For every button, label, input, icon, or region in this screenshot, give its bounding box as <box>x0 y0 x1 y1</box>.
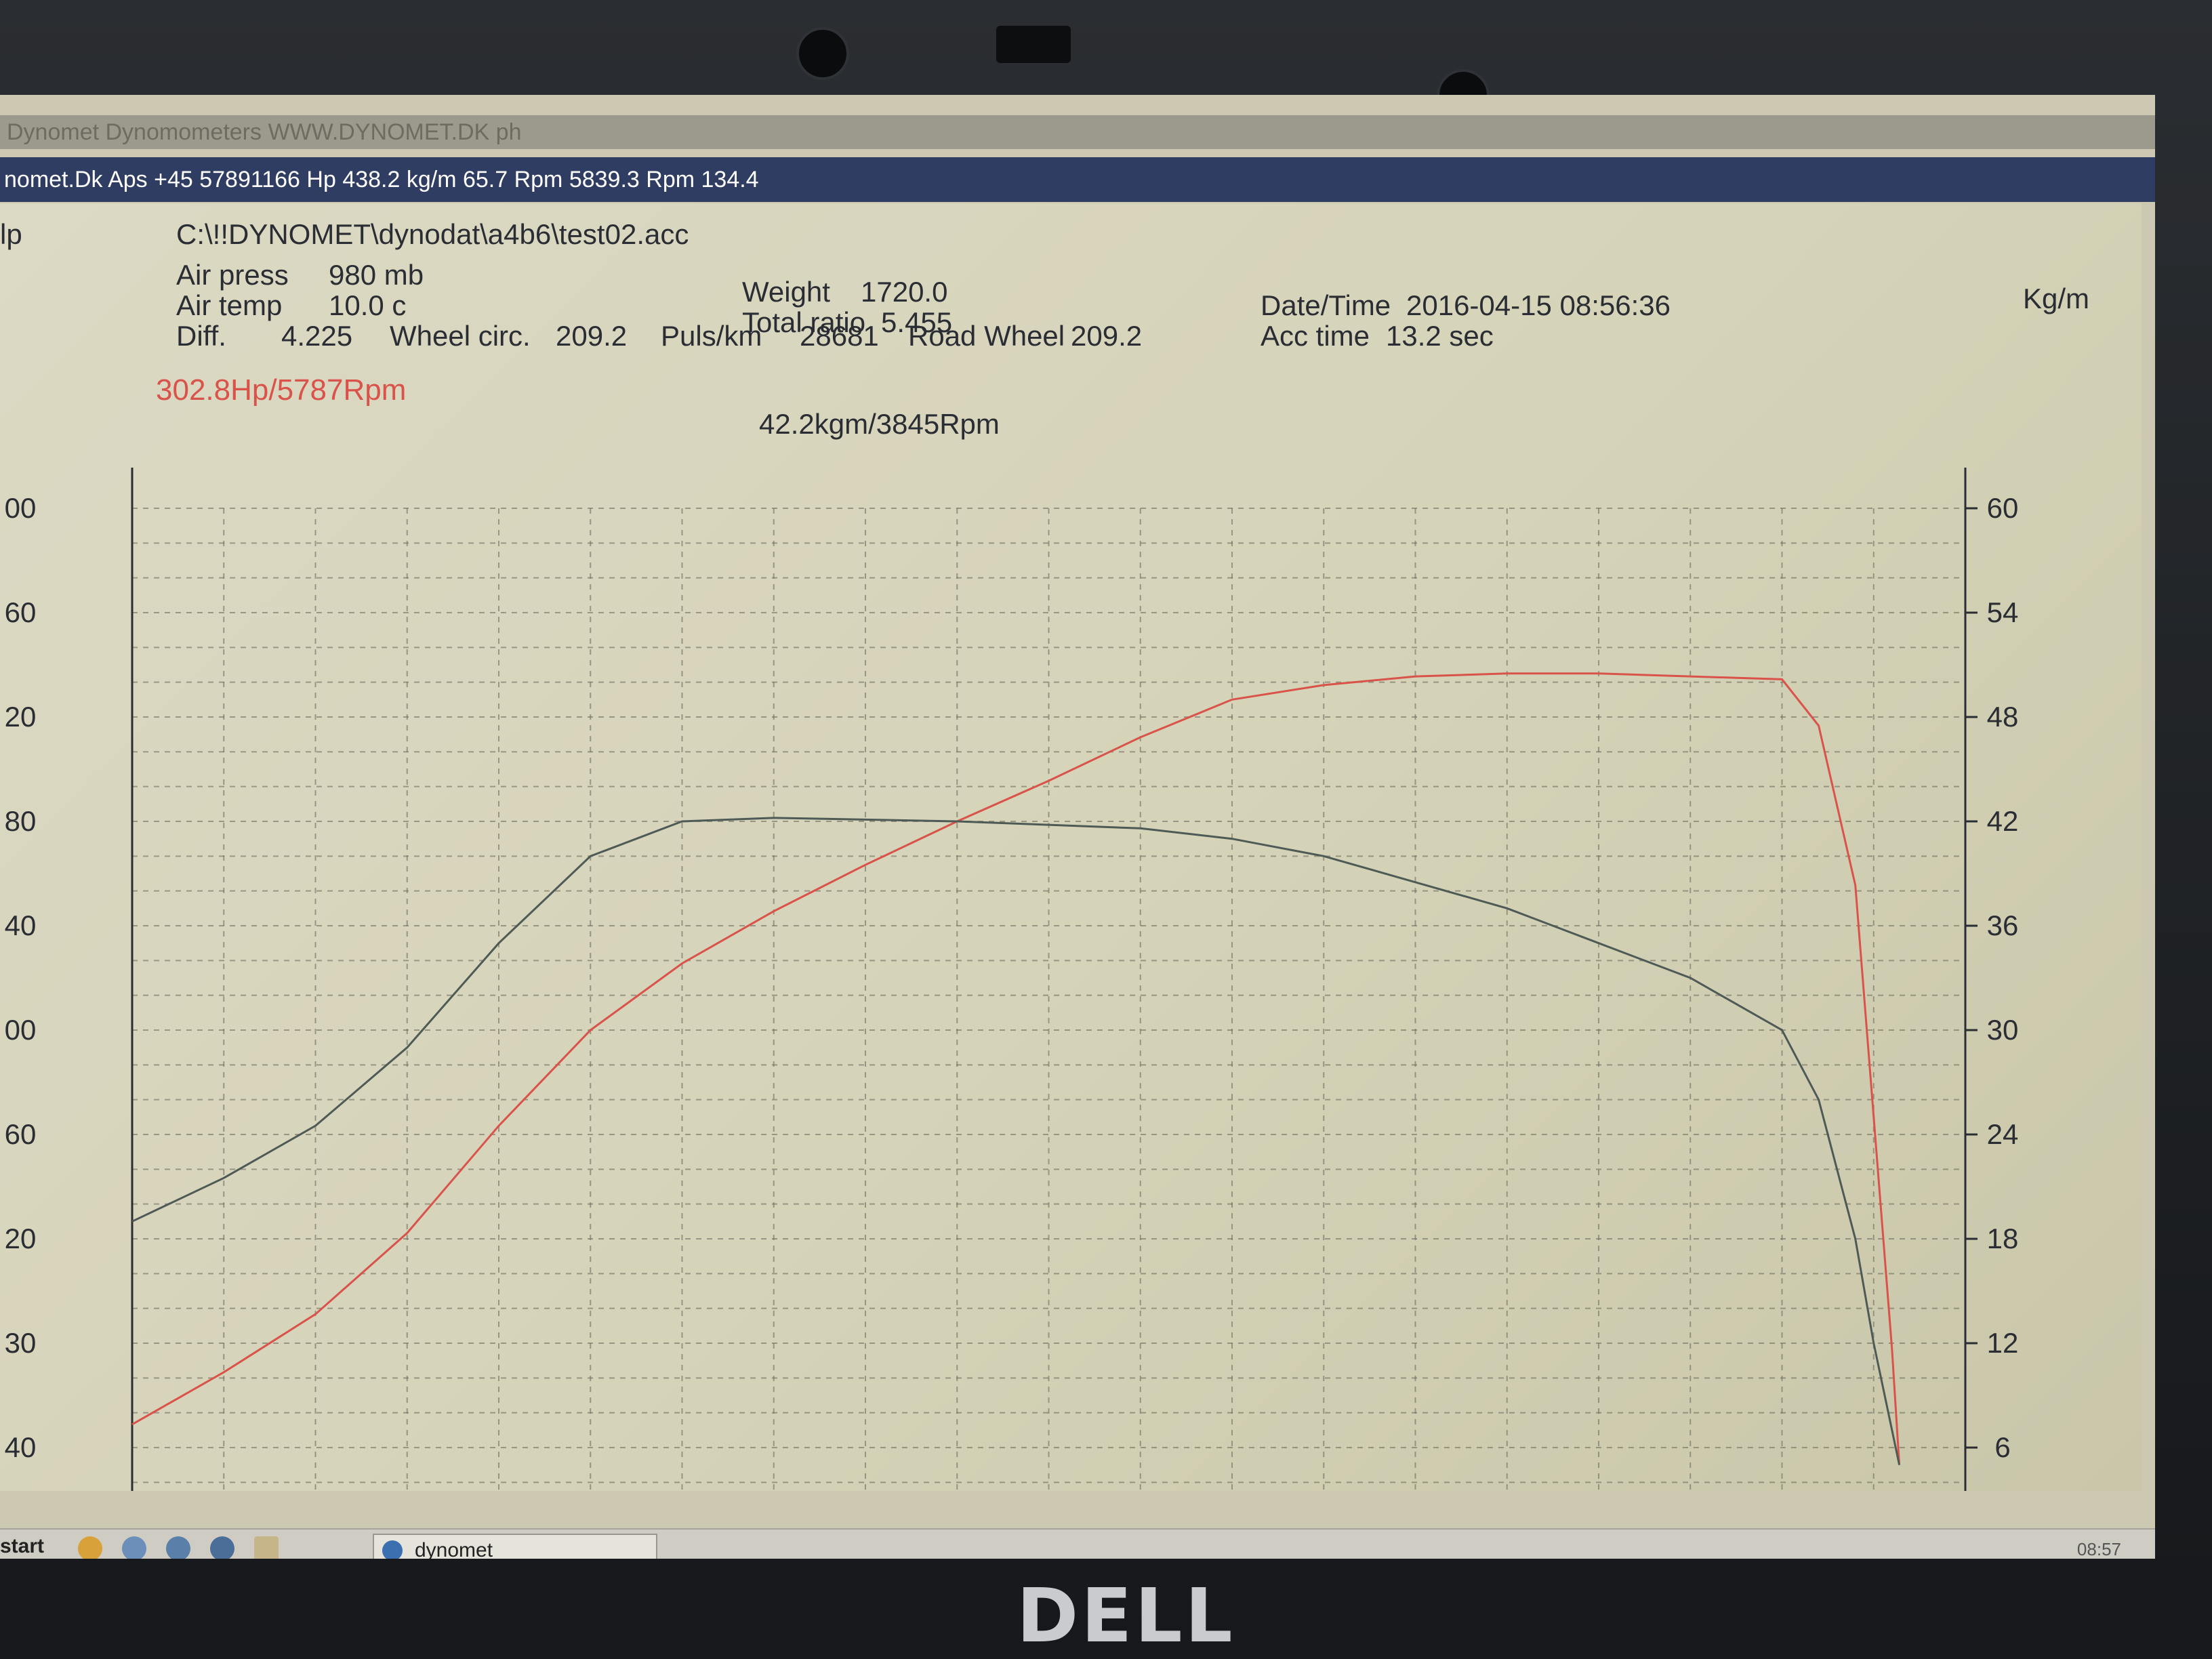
wheel-circ-value: 209.2 <box>556 320 627 352</box>
y-left-tick-label: 60 <box>5 1118 37 1150</box>
y-left-tick-label: 40 <box>5 909 37 941</box>
dyno-chart: C:\!!DYNOMET\dynodat\a4b6\test02.acc lp … <box>0 218 2089 1559</box>
y-left-tick-label: 80 <box>5 805 37 837</box>
datetime-label: Date/Time <box>1261 289 1391 321</box>
series-kgm-line <box>131 817 1901 1466</box>
start-button[interactable]: start <box>0 1535 44 1558</box>
dynomet-app-icon <box>382 1540 403 1559</box>
weight-label: Weight <box>742 276 830 308</box>
y-right-tick-label: 54 <box>1987 596 2019 628</box>
y-left-tick-label: 20 <box>5 701 37 733</box>
hinge-bump-left <box>796 27 849 80</box>
file-path: C:\!!DYNOMET\dynodat\a4b6\test02.acc <box>176 218 689 250</box>
tray-clock: 08:57 <box>2076 1539 2121 1559</box>
ratio-label: Total ratio <box>742 306 865 338</box>
acc-label: Acc time <box>1261 320 1370 352</box>
diff-label: Diff. <box>176 320 226 352</box>
y-left-tick-label: 60 <box>5 596 37 628</box>
y-left-ticks: 040302060004080206000 <box>5 492 37 1559</box>
taskbar-dynomet[interactable]: dynomet <box>373 1534 657 1559</box>
air-press-value: 980 mb <box>329 259 424 291</box>
y-left-tick-label: 20 <box>5 1223 37 1254</box>
dyno-chart-area: C:\!!DYNOMET\dynodat\a4b6\test02.acc lp … <box>0 203 2142 1559</box>
y-right-tick-label: 18 <box>1987 1223 2019 1254</box>
chrome-icon[interactable] <box>78 1536 102 1559</box>
peak-hp-label: 302.8Hp/5787Rpm <box>156 373 406 407</box>
datetime-value: 2016-04-15 08:56:36 <box>1406 289 1671 321</box>
y-right-tick-label: 30 <box>1987 1014 2019 1046</box>
laptop-screen: Dynomet Dynomometers WWW.DYNOMET.DK ph n… <box>0 95 2155 1559</box>
ie-icon[interactable] <box>166 1536 190 1559</box>
diff-value: 4.225 <box>281 320 352 352</box>
weight-value: 1720.0 <box>861 276 947 308</box>
right-axis-unit: Kg/m <box>2023 283 2089 314</box>
acc-value: 13.2 sec <box>1386 320 1494 352</box>
y-left-tick-label: 00 <box>5 1014 37 1046</box>
y-right-tick-label: 6 <box>1994 1431 2010 1463</box>
ratio-value: 5.455 <box>881 306 952 338</box>
app-title-bar: Dynomet Dynomometers WWW.DYNOMET.DK ph <box>0 115 2155 149</box>
desktop-icon[interactable] <box>254 1536 279 1559</box>
media-icon[interactable] <box>210 1536 234 1559</box>
y-left-tick-label: 30 <box>5 1327 37 1359</box>
y-left-tick-label: 00 <box>5 492 37 524</box>
y-left-tick-label: 40 <box>5 1431 37 1463</box>
air-press-label: Air press <box>176 259 289 291</box>
y-right-tick-label: 12 <box>1987 1327 2019 1359</box>
air-temp-label: Air temp <box>176 289 282 321</box>
series-hp-line <box>131 672 1901 1465</box>
y-right-tick-label: 48 <box>1987 701 2019 733</box>
y-right-tick-label: 42 <box>1987 805 2019 837</box>
chart-series <box>131 672 1901 1466</box>
taskbar: start dynomet 08:57 <box>0 1528 2155 1559</box>
bezel-latch <box>996 26 1071 63</box>
status-title-bar: nomet.Dk Aps +45 57891166 Hp 438.2 kg/m … <box>0 157 2155 202</box>
dell-logo: DELL <box>1017 1572 1235 1659</box>
air-temp-value: 10.0 c <box>329 289 406 321</box>
peak-torque-label: 42.2kgm/3845Rpm <box>759 408 1000 440</box>
folder-icon[interactable] <box>122 1536 146 1559</box>
y-right-tick-label: 36 <box>1987 909 2019 941</box>
chart-grid <box>131 508 1966 1553</box>
left-axis-unit: lp <box>0 218 22 250</box>
y-right-ticks: 06121824303642485460 <box>1965 492 2019 1559</box>
wheel-circ-label: Wheel circ. <box>390 320 531 352</box>
road-wheel-value: 209.2 <box>1071 320 1142 352</box>
y-right-tick-label: 24 <box>1987 1118 2019 1150</box>
y-right-tick-label: 60 <box>1987 492 2019 524</box>
